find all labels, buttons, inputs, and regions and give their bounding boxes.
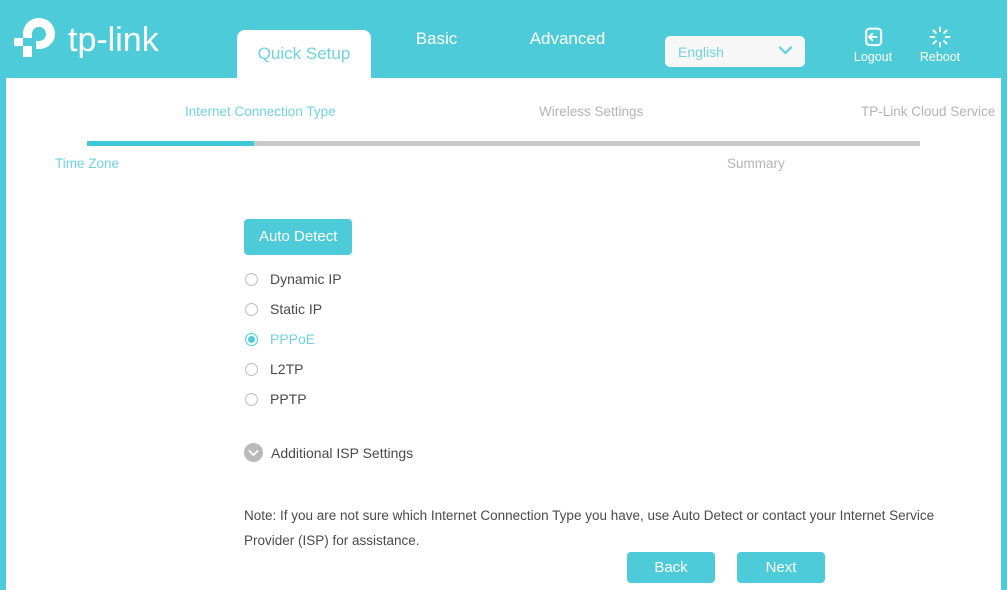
- radio-row-pppoe[interactable]: PPPoE: [244, 324, 964, 354]
- tab-basic-label: Basic: [415, 29, 458, 48]
- radio-label-static-ip: Static IP: [270, 301, 323, 317]
- svg-text:tp-link: tp-link: [68, 21, 160, 59]
- reboot-button[interactable]: Reboot: [908, 26, 972, 64]
- radio-row-l2tp[interactable]: L2TP: [244, 354, 964, 384]
- connection-type-note: Note: If you are not sure which Internet…: [244, 508, 935, 548]
- radio-label-l2tp: L2TP: [270, 361, 304, 377]
- tab-advanced-label: Advanced: [529, 29, 606, 48]
- tab-advanced[interactable]: Advanced: [502, 0, 633, 78]
- radio-label-dynamic-ip: Dynamic IP: [270, 271, 342, 287]
- auto-detect-button[interactable]: Auto Detect: [244, 219, 353, 255]
- next-button[interactable]: Next: [737, 552, 825, 583]
- logout-label: Logout: [853, 50, 893, 64]
- radio-row-static-ip[interactable]: Static IP: [244, 294, 964, 324]
- app-header: tp-link Quick Setup Basic Advanced Engli…: [0, 0, 1007, 78]
- radio-pppoe[interactable]: [245, 332, 258, 346]
- tab-quick-setup-label: Quick Setup: [257, 44, 351, 63]
- setup-stepper: Internet Connection Type Wireless Settin…: [0, 78, 1007, 188]
- form-action-buttons: Back Next: [627, 552, 825, 583]
- logout-button[interactable]: Logout: [841, 26, 905, 64]
- radio-pptp[interactable]: [245, 392, 258, 406]
- additional-isp-settings-toggle[interactable]: Additional ISP Settings: [244, 443, 964, 462]
- tab-basic[interactable]: Basic: [371, 0, 502, 78]
- radio-row-pptp[interactable]: PPTP: [244, 384, 964, 414]
- tplink-logo-icon: tp-link: [14, 18, 160, 59]
- logout-icon: [841, 26, 905, 48]
- step-internet-connection-type[interactable]: Internet Connection Type: [185, 104, 336, 119]
- language-select-value: English: [678, 43, 724, 60]
- radio-dynamic-ip[interactable]: [245, 272, 258, 286]
- step-time-zone[interactable]: Time Zone: [55, 156, 119, 171]
- router-admin-page: tp-link Quick Setup Basic Advanced Engli…: [0, 0, 1007, 590]
- step-summary[interactable]: Summary: [727, 156, 785, 171]
- chevron-down-icon: [779, 46, 792, 55]
- connection-type-radio-group: Dynamic IP Static IP PPPoE L2TP PPTP: [244, 264, 964, 414]
- language-select[interactable]: English: [665, 36, 805, 67]
- step-wireless-settings[interactable]: Wireless Settings: [539, 104, 643, 119]
- radio-l2tp[interactable]: [245, 362, 258, 376]
- reboot-label: Reboot: [919, 50, 961, 64]
- radio-row-dynamic-ip[interactable]: Dynamic IP: [244, 264, 964, 294]
- radio-label-pppoe: PPPoE: [270, 331, 316, 347]
- radio-static-ip[interactable]: [245, 302, 258, 316]
- tplink-logo[interactable]: tp-link: [8, 10, 208, 68]
- tab-quick-setup[interactable]: Quick Setup: [237, 30, 371, 78]
- radio-label-pptp: PPTP: [270, 391, 307, 407]
- stepper-progress-track: [87, 141, 920, 146]
- chevron-down-circle-icon: [244, 443, 263, 462]
- stepper-progress-fill: [87, 141, 254, 146]
- reboot-icon: [908, 26, 972, 48]
- back-button[interactable]: Back: [627, 552, 715, 583]
- additional-isp-settings-label: Additional ISP Settings: [271, 444, 414, 461]
- main-nav-tabs: Quick Setup Basic Advanced: [237, 0, 633, 78]
- step-tplink-cloud-service[interactable]: TP-Link Cloud Service: [861, 104, 995, 119]
- connection-type-form: Auto Detect Dynamic IP Static IP PPPoE L…: [244, 219, 964, 553]
